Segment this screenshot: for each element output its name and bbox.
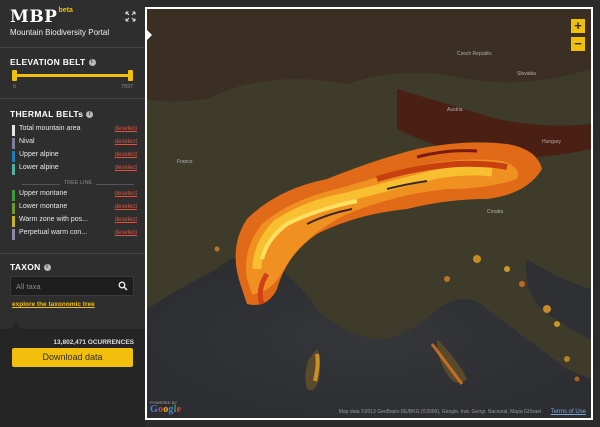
- belt-color-swatch: [12, 125, 15, 136]
- google-logo[interactable]: Google: [150, 404, 181, 415]
- elevation-max-label: 7597: [121, 84, 134, 90]
- taxon-search-box: [10, 276, 134, 296]
- elevation-slider-track[interactable]: [14, 74, 130, 77]
- belt-color-swatch: [12, 216, 15, 227]
- belt-color-swatch: [12, 138, 15, 149]
- thermal-title: THERMAL BELTs i: [10, 109, 94, 119]
- belt-label: Warm zone with pos...: [19, 216, 88, 223]
- thermal-belt-row[interactable]: Lower montane deselect: [12, 202, 137, 215]
- deselect-link[interactable]: deselect: [115, 217, 137, 223]
- map-label: Slovakia: [517, 71, 536, 77]
- belt-color-swatch: [12, 151, 15, 162]
- deselect-link[interactable]: deselect: [115, 152, 137, 158]
- elevation-title: ELEVATION BELT i: [10, 57, 96, 67]
- info-icon[interactable]: i: [86, 111, 94, 119]
- map-label: Hungary: [542, 139, 561, 145]
- logo[interactable]: MBP: [10, 7, 57, 27]
- google-logo-letter: G: [150, 404, 158, 415]
- divider: [0, 47, 145, 48]
- elevation-min-handle[interactable]: [12, 70, 17, 81]
- tree-line-label: TREE LINE: [63, 180, 93, 186]
- taxon-title: TAXON i: [10, 262, 51, 272]
- thermal-belt-row[interactable]: Upper montane deselect: [12, 189, 137, 202]
- thermal-belt-row[interactable]: Perpetual warm con... deselect: [12, 228, 137, 241]
- brand: MBPbeta Mountain Biodiversity Portal: [10, 7, 109, 37]
- belt-label: Nival: [19, 138, 35, 145]
- belt-color-swatch: [12, 164, 15, 175]
- elevation-max-handle[interactable]: [128, 70, 133, 81]
- belt-color-swatch: [12, 229, 15, 240]
- deselect-link[interactable]: deselect: [115, 230, 137, 236]
- info-icon[interactable]: i: [43, 264, 51, 272]
- deselect-link[interactable]: deselect: [115, 139, 137, 145]
- belt-label: Lower alpine: [19, 164, 59, 171]
- map-label: Croatia: [487, 209, 504, 215]
- deselect-link[interactable]: deselect: [115, 165, 137, 171]
- google-logo-letter: e: [176, 404, 182, 415]
- zoom-out-button[interactable]: −: [571, 37, 585, 51]
- taxon-search-input[interactable]: [16, 280, 116, 292]
- elevation-min-label: 0: [13, 84, 17, 90]
- map-label: Austria: [447, 107, 463, 113]
- download-button[interactable]: Download data: [12, 348, 133, 367]
- deselect-link[interactable]: deselect: [115, 126, 137, 132]
- sidebar: MBPbeta Mountain Biodiversity Portal ELE…: [0, 0, 145, 427]
- occurrence-count: 13,802,471 OCURRENCES: [53, 339, 134, 346]
- belt-color-swatch: [12, 203, 15, 214]
- map-label: France: [177, 159, 193, 165]
- thermal-belt-row[interactable]: Upper alpine deselect: [12, 150, 137, 163]
- belt-label: Total mountain area: [19, 125, 81, 132]
- panel-pointer: [145, 28, 152, 42]
- info-icon[interactable]: i: [88, 59, 96, 67]
- map-attribution: Map data ©2013 GeoBasis-DE/BKG (©2009), …: [338, 409, 541, 415]
- belt-label: Upper montane: [19, 190, 68, 197]
- zoom-in-button[interactable]: +: [571, 19, 585, 33]
- terms-of-use-link[interactable]: Terms of Use: [551, 409, 586, 415]
- app-subtitle: Mountain Biodiversity Portal: [10, 28, 110, 37]
- beta-badge: beta: [58, 7, 73, 14]
- deselect-link[interactable]: deselect: [115, 191, 137, 197]
- deselect-link[interactable]: deselect: [115, 204, 137, 210]
- map-label: Czech Republic: [457, 51, 493, 57]
- expand-icon[interactable]: [125, 11, 136, 22]
- panel-notch: [10, 322, 22, 329]
- map[interactable]: Czech Republic Slovakia Austria Hungary …: [145, 7, 593, 420]
- thermal-belt-row[interactable]: Warm zone with pos... deselect: [12, 215, 137, 228]
- belt-color-swatch: [12, 190, 15, 201]
- thermal-belt-row[interactable]: Total mountain area deselect: [12, 124, 137, 137]
- belt-label: Upper alpine: [19, 151, 59, 158]
- belt-label: Lower montane: [19, 203, 68, 210]
- taxonomic-tree-link[interactable]: explore the taxonomic tree: [12, 301, 95, 308]
- tree-line-divider: TREE LINE: [22, 180, 134, 188]
- thermal-belt-row[interactable]: Nival deselect: [12, 137, 137, 150]
- belt-label: Perpetual warm con...: [19, 229, 88, 236]
- divider: [0, 253, 145, 254]
- search-icon[interactable]: [118, 281, 128, 291]
- thermal-belt-row[interactable]: Lower alpine deselect: [12, 163, 137, 176]
- divider: [0, 98, 145, 99]
